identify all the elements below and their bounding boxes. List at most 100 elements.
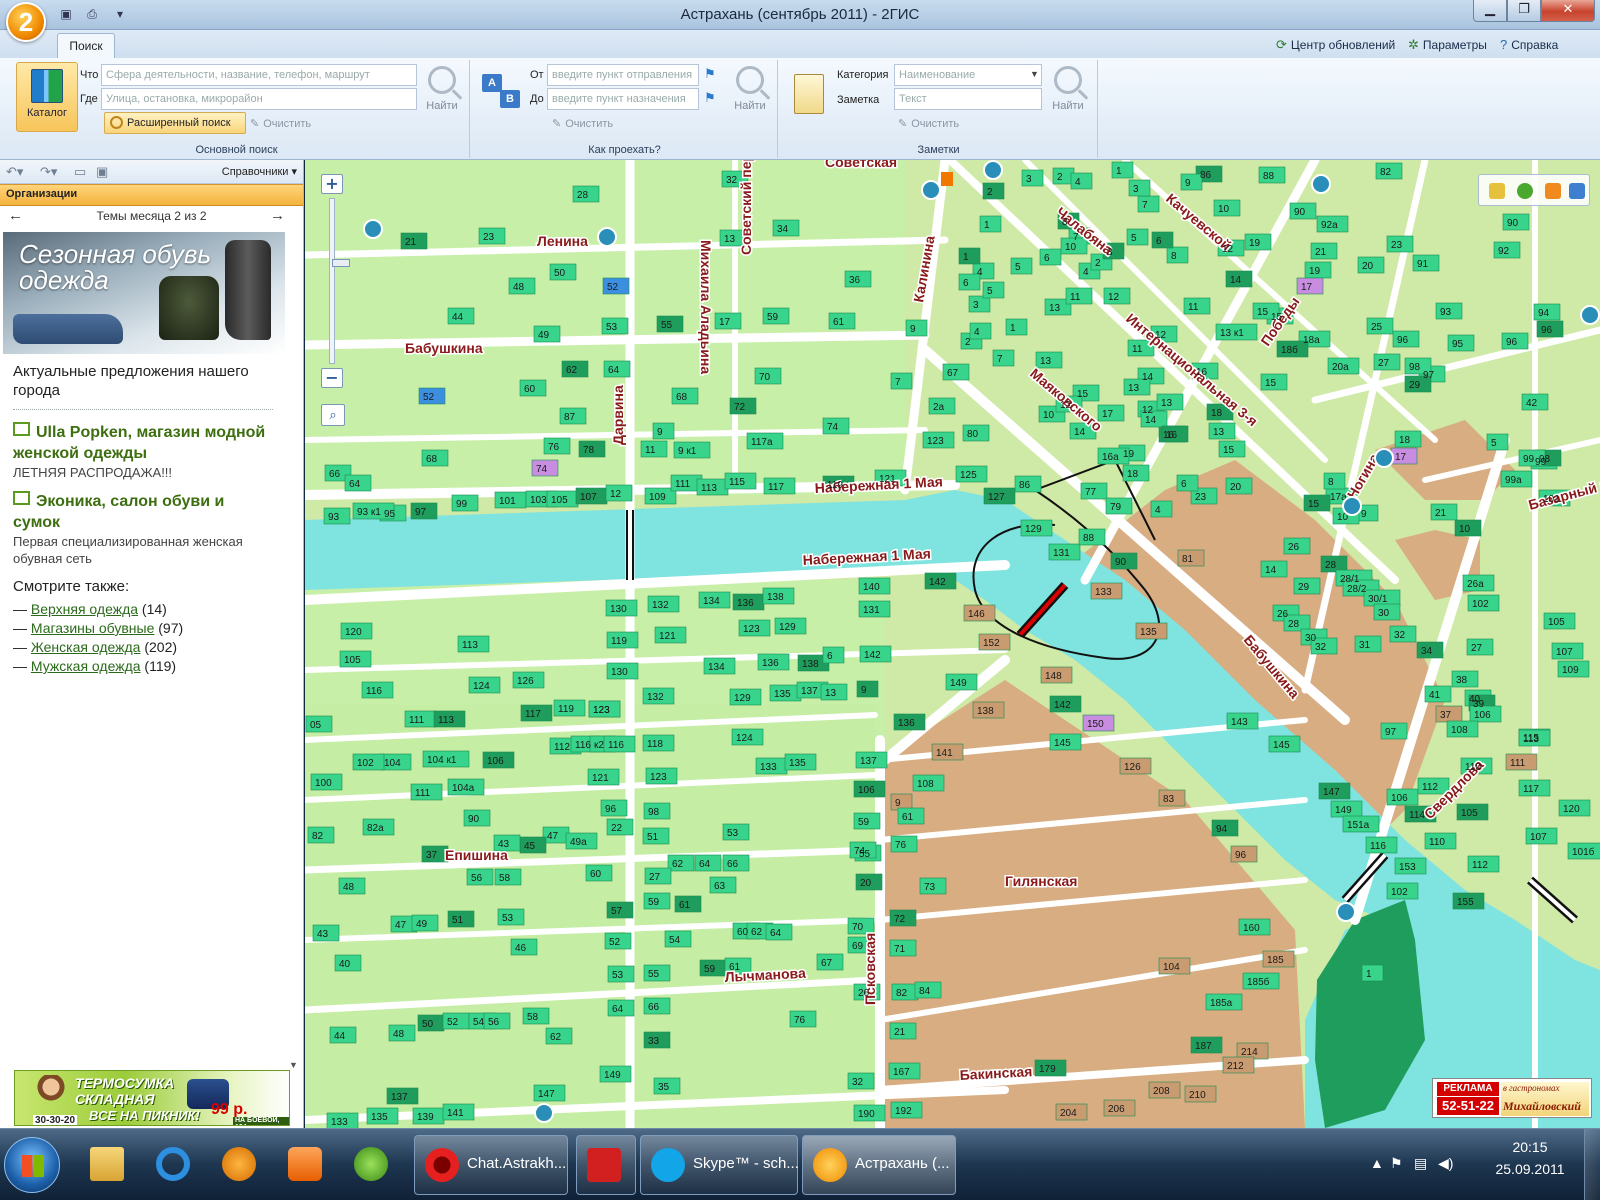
house-number: 120 (345, 627, 362, 638)
export-icon[interactable] (1545, 183, 1561, 199)
category-link[interactable]: Верхняя одежда (31, 601, 138, 617)
action-center-icon[interactable]: ⚑ (1390, 1155, 1403, 1172)
app-logo-icon[interactable]: 2 (6, 2, 46, 42)
category-link[interactable]: Женская одежда (31, 639, 141, 655)
collapse-icon[interactable]: ▭ (74, 164, 86, 180)
house-number: 39 (1473, 699, 1485, 710)
promo-banner[interactable]: Сезонная обувь одежда (3, 232, 285, 354)
back-icon[interactable]: ↶▾ (6, 164, 23, 180)
from-input[interactable]: введите пункт отправления (547, 64, 699, 86)
ie-pin[interactable] (142, 1137, 204, 1193)
house-number: 64 (770, 928, 782, 939)
zoom-in-button[interactable]: + (321, 174, 343, 194)
forward-icon[interactable]: ↷▾ (40, 164, 57, 180)
org-item[interactable]: Эконика, салон обуви и сумок Первая спец… (13, 491, 273, 567)
task-acrobat[interactable] (576, 1135, 636, 1195)
map-ad-banner[interactable]: РЕКЛАМА 52-51-22 в гастрономах Михайловск… (1432, 1078, 1592, 1118)
notes-find-button[interactable]: Найти (1048, 66, 1088, 112)
house-number: 68 (676, 392, 688, 403)
expand-icon[interactable]: ▣ (96, 164, 108, 180)
task-skype[interactable]: Skype™ - sch... (640, 1135, 799, 1195)
network-icon[interactable]: ▤ (1414, 1155, 1427, 1172)
city-map[interactable]: Советская Ленина Бабушкина Набережная 1 Мая… (305, 160, 1600, 1128)
map-ad-title: РЕКЛАМА (1437, 1082, 1499, 1096)
organizations-header[interactable]: Организации (0, 184, 303, 206)
prev-arrow-icon[interactable]: ← (8, 206, 23, 226)
map-canvas[interactable]: СоветскаяЛенинаБабушкинаНабережная 1 Мая… (305, 160, 1600, 1128)
zoom-area-icon[interactable]: ⌕ (321, 404, 345, 426)
house-number: 106 (858, 785, 875, 796)
show-desktop-button[interactable] (1584, 1129, 1600, 1200)
category-select[interactable]: Наименование (894, 64, 1042, 86)
house-number: 104 (384, 758, 401, 769)
tab-search[interactable]: Поиск (57, 33, 115, 59)
house-number: 105 (344, 655, 361, 666)
house-number: 110 (1429, 837, 1445, 848)
category-item[interactable]: — Магазины обувные (97) (13, 619, 183, 638)
notes-group-title: Заметки (917, 144, 960, 156)
route-clear-button[interactable]: ✎ Очистить (552, 117, 613, 131)
volume-icon[interactable]: ◀) (1438, 1155, 1453, 1172)
zoom-slider-thumb[interactable] (332, 259, 350, 267)
house-number: 7 (997, 354, 1003, 365)
org-name[interactable]: Эконика, салон обуви и сумок (13, 491, 273, 533)
catalog-button[interactable]: Каталог (16, 62, 78, 132)
category-item[interactable]: — Мужская одежда (119) (13, 657, 176, 676)
advanced-search-button[interactable]: Расширенный поиск (104, 112, 246, 134)
help-link[interactable]: ? Справка (1500, 37, 1558, 52)
print-icon[interactable] (1569, 183, 1585, 199)
to-pin-icon[interactable]: ⚑ (704, 90, 716, 106)
ad-banner[interactable]: ТЕРМОСУМКА СКЛАДНАЯ ВСЕ НА ПИКНИК! 99 р.… (14, 1070, 290, 1126)
note-input[interactable]: Текст (894, 88, 1042, 110)
what-input[interactable]: Сфера деятельности, название, телефон, м… (101, 64, 417, 86)
start-button[interactable] (4, 1137, 60, 1193)
player-pin[interactable] (274, 1137, 336, 1193)
notes-clear-button[interactable]: ✎ Очистить (898, 117, 959, 131)
org-name[interactable]: Ulla Popken, магазин модной женской одеж… (13, 422, 273, 464)
category-item[interactable]: — Верхняя одежда (14) (13, 600, 167, 619)
from-pin-icon[interactable]: ⚑ (704, 66, 716, 82)
basic-clear-button[interactable]: ✎ Очистить (250, 117, 311, 131)
next-arrow-icon[interactable]: → (270, 206, 285, 226)
task-opera[interactable]: Chat.Astrakh... (414, 1135, 568, 1195)
house-number: 98 (648, 807, 660, 818)
to-input[interactable]: введите пункт назначения (547, 88, 699, 110)
aimp-pin[interactable] (208, 1137, 270, 1193)
house-number: 135 (1140, 627, 1157, 638)
zoom-out-button[interactable]: − (321, 368, 343, 388)
left-scrollbar[interactable] (288, 230, 301, 1070)
house-number: 12 (1155, 330, 1167, 341)
route-find-button[interactable]: Найти (730, 66, 770, 112)
house-number: 96 (1235, 850, 1247, 861)
category-link[interactable]: Магазины обувные (31, 620, 154, 636)
house-number: 15 (1271, 312, 1283, 323)
org-item[interactable]: Ulla Popken, магазин модной женской одеж… (13, 422, 273, 481)
close-button[interactable]: ✕ (1541, 0, 1595, 22)
where-input[interactable]: Улица, остановка, микрорайон (101, 88, 417, 110)
house-number: 36 (849, 275, 861, 286)
layers-icon[interactable] (1517, 183, 1533, 199)
house-number: 116 (1370, 841, 1386, 852)
utorrent-pin[interactable] (340, 1137, 402, 1193)
task-2gis[interactable]: Астрахань (... (802, 1135, 956, 1195)
house-number: 105 (1461, 808, 1478, 819)
reference-dropdown[interactable]: Справочники ▾ (222, 165, 297, 178)
explorer-pin[interactable] (76, 1137, 138, 1193)
show-hidden-icon[interactable]: ▲ (1370, 1155, 1384, 1171)
house-number: 84 (919, 986, 931, 997)
house-number: 83 (1163, 794, 1175, 805)
zoom-slider[interactable] (329, 198, 350, 364)
parameters-link[interactable]: ✲ Параметры (1408, 37, 1487, 53)
clock-time[interactable]: 20:15 (1486, 1139, 1574, 1155)
minimize-button[interactable]: ▁ (1473, 0, 1507, 22)
house-number: 7 (1142, 200, 1148, 211)
category-item[interactable]: — Женская одежда (202) (13, 638, 177, 657)
house-number: 210 (1189, 1090, 1206, 1101)
category-link[interactable]: Мужская одежда (31, 658, 141, 674)
basic-find-button[interactable]: Найти (422, 66, 462, 112)
ruler-icon[interactable] (1489, 183, 1505, 199)
house-number: 64 (699, 859, 711, 870)
maximize-button[interactable]: ❐ (1507, 0, 1541, 22)
update-center-link[interactable]: ⟳ Центр обновлений (1276, 37, 1395, 53)
clock-date[interactable]: 25.09.2011 (1486, 1161, 1574, 1177)
